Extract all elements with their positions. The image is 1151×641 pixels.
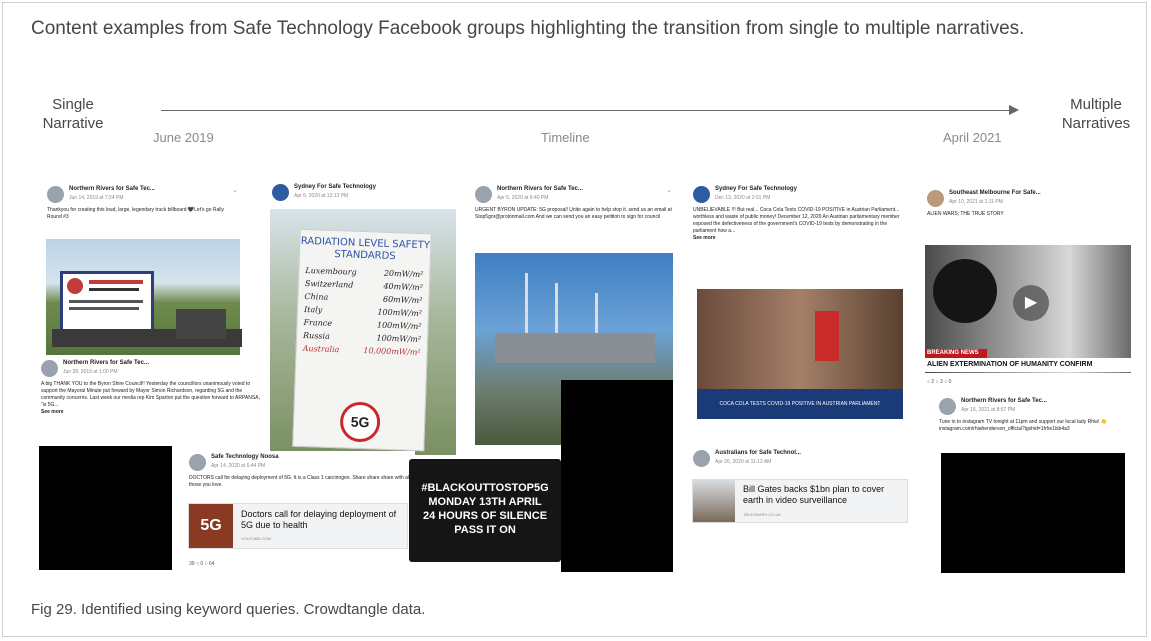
group-avatar [475, 186, 492, 203]
multiple-narratives-label: Multiple Narratives [1061, 96, 1131, 132]
alien-video[interactable]: ▶ BREAKING NEWS ALIEN EXTERMINATION OF H… [925, 245, 1133, 373]
post-text: Tune in to instagram TV tonight at 11pm … [939, 419, 1107, 432]
timeline-arrowhead [1009, 105, 1019, 115]
group-avatar [272, 184, 289, 201]
sign-board: RADIATION LEVEL SAFETY STANDARDS Luxembo… [292, 228, 432, 452]
single-narrative-label: Single Narrative [42, 96, 104, 132]
reaction-counts: 39 ○ 0 ○ 64 [189, 561, 215, 567]
post-blackout-banner: #BLACKOUTTOSTOP5G MONDAY 13TH APRIL 24 H… [409, 459, 561, 562]
post-alien-wars: Southeast Melbourne For Safe... Apr 10, … [923, 187, 1133, 393]
coca-cola-bottle [815, 311, 839, 361]
post-date: Dec 13, 2020 at 2:01 PM [715, 195, 771, 201]
sign-country: Italy [303, 304, 323, 315]
play-icon[interactable]: ▶ [1013, 285, 1049, 321]
post-date: Apr 5, 2020 at 6:40 PM [497, 195, 549, 201]
timeline-middle: Timeline [541, 130, 590, 145]
alien-eye [933, 259, 997, 323]
post-date: Apr 26, 2020 at 11:12 AM [715, 459, 772, 465]
post-text: URGENT BYRON UPDATE: 5G proposal! Unite … [475, 207, 672, 220]
sign-value: 10,000mW/m² [363, 346, 421, 358]
post-radiation-standards: Sydney For Safe Technology Apr 5, 2020 a… [268, 181, 458, 457]
breaking-news-badge: BREAKING NEWS [925, 349, 987, 358]
post-coca-cola-covid: Sydney For Safe Technology Dec 13, 2020 … [689, 183, 911, 435]
post-text: Thankyou for creating this loud, large, … [47, 207, 224, 220]
post-byron-council: Northern Rivers for Safe Tec... Jun 28, … [37, 357, 269, 445]
parliament-video[interactable]: COCA COLA TESTS COVID-19 POSITIVE IN AUS… [697, 289, 903, 419]
group-avatar [693, 186, 710, 203]
rooftop-structure [495, 333, 655, 363]
link-title: Bill Gates backs $1bn plan to cover eart… [743, 484, 885, 505]
no-5g-badge: 5G [339, 401, 381, 443]
reaction-counts: ○ 2 ○ 3 ○ 0 [927, 379, 952, 385]
post-date: Apr 5, 2020 at 12:13 PM [294, 193, 349, 199]
group-name: Sydney For Safe Technology [294, 184, 376, 190]
group-name: Northern Rivers for Safe Tec... [69, 186, 155, 192]
group-name: Southeast Melbourne For Safe... [949, 190, 1041, 196]
post-text: A big THANK YOU to the Byron Shire Counc… [41, 381, 260, 408]
more-options-icon[interactable]: ⌄ [666, 186, 672, 194]
group-avatar [47, 186, 64, 203]
figure-title: Content examples from Safe Technology Fa… [31, 18, 1025, 39]
post-text: ALIEN WARS; THE TRUE STORY [927, 211, 1004, 217]
post-date: Apr 14, 2020 at 6:44 PM [211, 463, 266, 469]
group-avatar [41, 360, 58, 377]
post-date: Jun 28, 2019 at 1:00 PM [63, 369, 118, 375]
sign-photo: RADIATION LEVEL SAFETY STANDARDS Luxembo… [270, 209, 456, 455]
truck-photo [46, 239, 242, 355]
sign-country: Australia [302, 343, 340, 355]
timeline-end: April 2021 [943, 130, 1002, 145]
group-avatar [189, 454, 206, 471]
sign-row: Australia 10,000mW/m² [302, 342, 421, 359]
see-more-link[interactable]: See more [37, 409, 269, 415]
video-caption: COCA COLA TESTS COVID-19 POSITIVE IN AUS… [697, 389, 903, 419]
redacted-block [941, 453, 1125, 573]
group-name: Northern Rivers for Safe Tec... [63, 360, 149, 366]
truck-cab [176, 309, 226, 339]
post-doctors-5g: Safe Technology Noosa Apr 14, 2020 at 6:… [185, 451, 415, 573]
sign-country: China [304, 291, 329, 302]
group-name: Australians for Safe Technol... [715, 450, 801, 456]
more-options-icon[interactable]: ⌄ [232, 186, 238, 194]
post-date: Jun 14, 2019 at 7:24 PM [69, 195, 124, 201]
sign-title: RADIATION LEVEL SAFETY STANDARDS [300, 235, 431, 263]
sign-country: Russia [302, 330, 330, 341]
figure-frame: Content examples from Safe Technology Fa… [2, 2, 1147, 637]
bill-gates-thumbnail [693, 480, 735, 522]
post-text: DOCTORS call for delaying deployment of … [189, 475, 411, 488]
link-source: TELEGRAPH.CO.UK [743, 512, 782, 517]
group-name: Safe Technology Noosa [211, 454, 279, 460]
figure-caption: Fig 29. Identified using keyword queries… [31, 601, 426, 618]
timeline-start: June 2019 [153, 130, 214, 145]
redacted-block [39, 446, 172, 570]
post-truck-billboard: Northern Rivers for Safe Tec... Jun 14, … [43, 183, 243, 357]
link-source: YOUTUBE.COM [241, 536, 271, 541]
redacted-block [561, 380, 673, 572]
timeline-line [161, 110, 1011, 111]
sign-country: France [303, 317, 333, 328]
post-instagram-tv: Northern Rivers for Safe Tec... Apr 16, … [935, 395, 1131, 453]
blackout-text: #BLACKOUTTOSTOP5G MONDAY 13TH APRIL 24 H… [421, 482, 549, 536]
post-text: UNBELIEVABLE !!! But real... Coca Cola T… [693, 207, 900, 234]
5g-thumbnail: 5G [189, 504, 233, 548]
news-headline: ALIEN EXTERMINATION OF HUMANITY CONFIRM [925, 358, 1133, 372]
link-preview[interactable]: 5G Doctors call for delaying deployment … [188, 503, 408, 549]
post-date: Apr 16, 2021 at 8:57 PM [961, 407, 1016, 413]
see-more-link[interactable]: See more [689, 235, 911, 241]
post-date: Apr 10, 2021 at 1:11 PM [949, 199, 1003, 205]
group-avatar [693, 450, 710, 467]
billboard [60, 271, 154, 333]
group-avatar [927, 190, 944, 207]
link-preview[interactable]: Bill Gates backs $1bn plan to cover eart… [692, 479, 908, 523]
billboard-logo-icon [67, 278, 83, 294]
group-name: Sydney For Safe Technology [715, 186, 797, 192]
sign-rows: Luxembourg 20mW/m² Switzerland 40mW/m² China… [296, 260, 429, 359]
group-name: Northern Rivers for Safe Tec... [497, 186, 583, 192]
group-avatar [939, 398, 956, 415]
link-title: Doctors call for delaying deployment of … [241, 509, 397, 530]
post-bill-gates: Australians for Safe Technol... Apr 26, … [689, 447, 911, 525]
group-name: Northern Rivers for Safe Tec... [961, 398, 1047, 404]
